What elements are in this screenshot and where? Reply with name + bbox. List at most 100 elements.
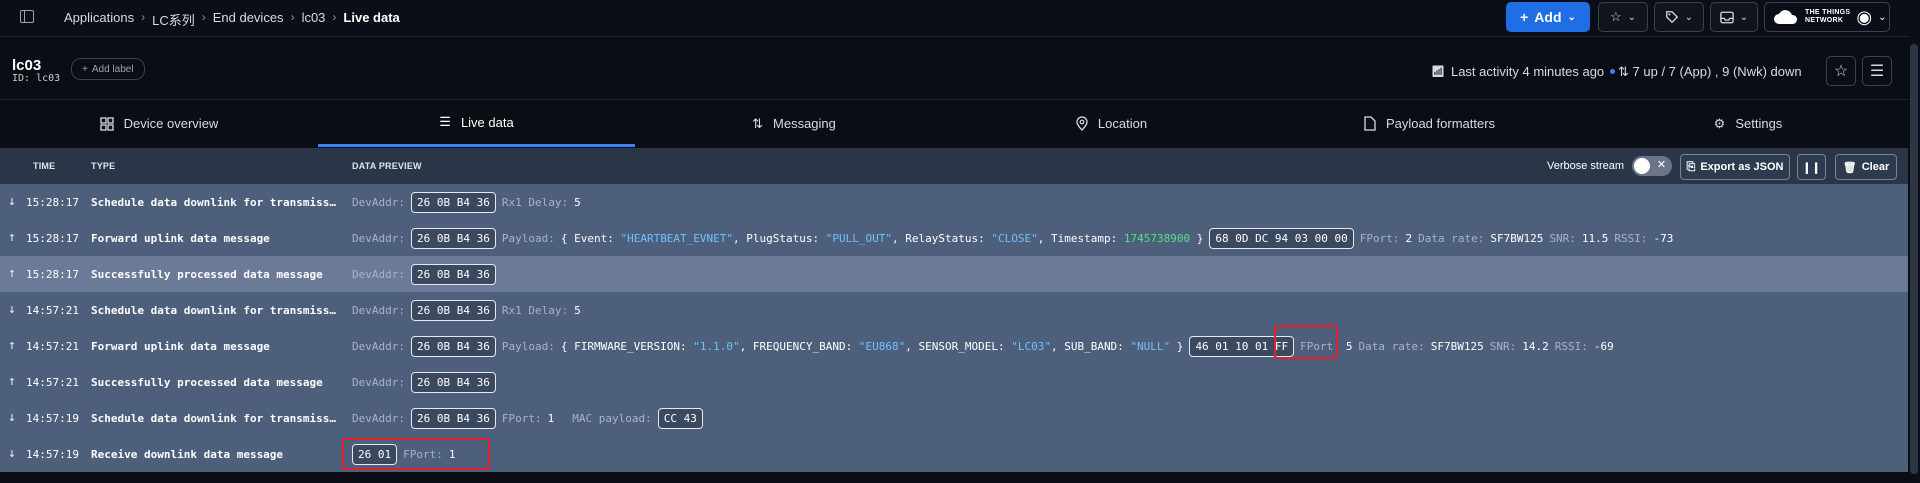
last-activity: 📶︎ Last activity 4 minutes ago xyxy=(1431,64,1616,79)
device-header: lc03 ID: lc03 + Add label 📶︎ Last activi… xyxy=(0,37,1908,100)
payload-label: Payload: xyxy=(501,339,555,353)
tab-label: Messaging xyxy=(773,116,836,131)
device-menu-button[interactable]: ☰ xyxy=(1862,56,1892,86)
rssi-label: RSSI: xyxy=(1554,339,1588,353)
bookmark-device-button[interactable]: ☆ xyxy=(1826,56,1856,86)
rssi-value: -69 xyxy=(1593,339,1614,353)
account-menu[interactable]: THE THINGS NETWORK ◉ ⌄ xyxy=(1764,2,1890,32)
grid-icon xyxy=(100,116,114,131)
arrow-down-icon: ↓ xyxy=(8,194,16,209)
export-label: Export as JSON xyxy=(1700,161,1784,173)
add-label-button[interactable]: + Add label xyxy=(71,58,145,80)
arrow-down-icon: ↓ xyxy=(8,410,16,425)
user-avatar-icon: ◉ xyxy=(1856,6,1873,27)
event-row[interactable]: ↓ 14:57:19 Schedule data downlink for tr… xyxy=(0,400,1908,436)
inbox-button[interactable]: ⌄ xyxy=(1710,2,1758,32)
breadcrumb-end-devices[interactable]: End devices xyxy=(213,10,284,29)
data-preview: DevAddr: 26 0B B4 36 Rx1 Delay: 5 xyxy=(352,298,581,322)
devaddr-label: DevAddr: xyxy=(352,195,405,209)
scrollbar-thumb[interactable] xyxy=(1910,44,1918,474)
arrow-up-icon: ↑ xyxy=(8,374,16,389)
devaddr-label: DevAddr: xyxy=(352,375,405,389)
data-preview: DevAddr: 26 0B B4 36 Payload: { Event: "… xyxy=(352,226,1673,250)
arrow-down-icon: ↓ xyxy=(8,302,16,317)
add-label-text: Add label xyxy=(91,63,134,75)
bookmarks-button[interactable]: ☆ ⌄ xyxy=(1598,2,1648,32)
devaddr-chip[interactable]: 26 0B B4 36 xyxy=(410,191,496,213)
event-row[interactable]: ↓ 14:57:19 Receive downlink data message… xyxy=(0,436,1908,472)
mac-payload-label: MAC payload: xyxy=(572,411,652,425)
mac-payload-chip[interactable]: CC 43 xyxy=(657,407,703,429)
tab-label: Settings xyxy=(1735,116,1783,131)
breadcrumb-application[interactable]: LC系列 xyxy=(152,10,195,29)
chevron-down-icon: ⌄ xyxy=(1684,11,1694,23)
data-preview: DevAddr: 26 0B B4 36 FPort: 1 MAC payloa… xyxy=(352,406,703,430)
devaddr-chip[interactable]: 26 0B B4 36 xyxy=(410,335,496,357)
verbose-stream: Verbose stream xyxy=(1547,156,1673,176)
devaddr-chip[interactable]: 26 0B B4 36 xyxy=(410,263,496,285)
payload-label: Payload: xyxy=(501,231,555,245)
tab-device-overview[interactable]: Device overview xyxy=(0,100,318,147)
payload-bytes-chip[interactable]: 68 0D DC 94 03 00 00 xyxy=(1209,227,1354,249)
event-row[interactable]: ↑ 15:28:17 Successfully processed data m… xyxy=(0,256,1908,292)
event-row[interactable]: ↑ 15:28:17 Forward uplink data message D… xyxy=(0,220,1908,256)
snr-label: SNR: xyxy=(1549,231,1576,245)
activity-dot-icon xyxy=(1610,69,1616,74)
verbose-stream-toggle[interactable] xyxy=(1632,156,1673,176)
breadcrumb-device[interactable]: lc03 xyxy=(302,10,326,29)
trash-icon: 🗑︎ xyxy=(1842,161,1857,174)
arrow-down-icon: ↓ xyxy=(8,446,16,461)
devaddr-chip[interactable]: 26 0B B4 36 xyxy=(410,407,496,429)
clear-button[interactable]: 🗑︎ Clear xyxy=(1835,154,1897,180)
chevron-down-icon: ⌄ xyxy=(1878,11,1887,23)
chevron-right-icon: › xyxy=(332,10,337,24)
devaddr-chip[interactable]: 26 0B B4 36 xyxy=(410,299,496,321)
event-type: Receive downlink data message xyxy=(91,448,284,461)
arrow-up-icon: ↑ xyxy=(8,266,16,281)
ttn-brand: THE THINGS NETWORK xyxy=(1805,9,1850,25)
tab-settings[interactable]: ⚙ Settings xyxy=(1588,100,1908,147)
sidebar-toggle-icon[interactable] xyxy=(20,10,34,23)
star-icon: ☆ xyxy=(1609,9,1622,24)
tags-button[interactable]: ⌄ xyxy=(1654,2,1704,32)
devaddr-label: DevAddr: xyxy=(352,339,405,353)
page-scrollbar[interactable] xyxy=(1908,0,1920,483)
tab-payload-formatters[interactable]: Payload formatters xyxy=(1270,100,1588,147)
fport-label: FPort: xyxy=(1359,231,1400,245)
devaddr-chip[interactable]: 26 0B B4 36 xyxy=(410,227,496,249)
traffic-text: 7 up / 7 (App) , 9 (Nwk) down xyxy=(1632,64,1802,79)
breadcrumb-current: Live data xyxy=(343,10,400,25)
event-time: 14:57:21 xyxy=(26,304,79,317)
up-down-arrows-icon: ⇅ xyxy=(1618,64,1629,79)
tab-messaging[interactable]: ⇅ Messaging xyxy=(635,100,953,147)
event-type: Successfully processed data message xyxy=(91,268,323,281)
snr-label: SNR: xyxy=(1489,339,1517,353)
event-type: Forward uplink data message xyxy=(91,232,270,245)
payload-object: { FIRMWARE_VERSION: "1.1.0", FREQUENCY_B… xyxy=(560,339,1184,353)
devaddr-chip[interactable]: 26 0B B4 36 xyxy=(410,371,496,393)
add-button[interactable]: + Add ⌄ xyxy=(1506,2,1590,32)
plus-icon: + xyxy=(82,63,88,75)
arrow-up-icon: ↑ xyxy=(8,230,16,245)
event-row[interactable]: ↑ 14:57:21 Successfully processed data m… xyxy=(0,364,1908,400)
event-time: 14:57:21 xyxy=(26,376,79,389)
datarate-label: Data rate: xyxy=(1418,231,1485,245)
brand-line-1: THE THINGS xyxy=(1805,9,1851,16)
chevron-right-icon: › xyxy=(141,10,146,24)
payload-object: { Event: "HEARTBEAT_EVNET", PlugStatus: … xyxy=(560,231,1204,245)
datarate-value: SF7BW125 xyxy=(1430,339,1484,353)
breadcrumb-applications[interactable]: Applications xyxy=(64,10,134,29)
event-row[interactable]: ↓ 15:28:17 Schedule data downlink for tr… xyxy=(0,184,1908,220)
event-row[interactable]: ↑ 14:57:21 Forward uplink data message D… xyxy=(0,325,1908,364)
export-json-button[interactable]: ⎘ Export as JSON xyxy=(1680,154,1790,180)
event-time: 15:28:17 xyxy=(26,268,79,281)
devaddr-label: DevAddr: xyxy=(352,303,405,317)
pause-button[interactable]: ❙❙ xyxy=(1797,154,1826,180)
gear-icon: ⚙ xyxy=(1713,115,1726,131)
tab-live-data[interactable]: ☰ Live data xyxy=(318,100,635,147)
tab-label: Device overview xyxy=(123,116,219,131)
event-row[interactable]: ↓ 14:57:21 Schedule data downlink for tr… xyxy=(0,292,1908,328)
tab-label: Location xyxy=(1097,116,1148,131)
tab-location[interactable]: Location xyxy=(953,100,1270,147)
chevron-down-icon: ⌄ xyxy=(1567,11,1576,23)
